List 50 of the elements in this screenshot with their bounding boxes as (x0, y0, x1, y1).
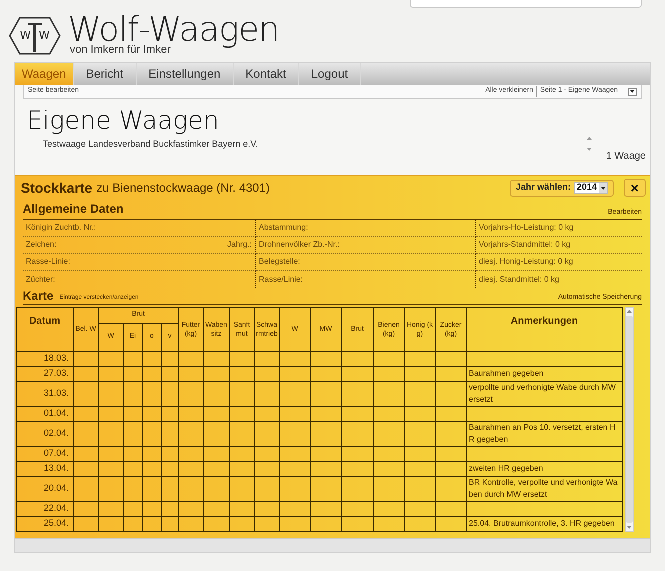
year-label: Jahr wählen: (516, 181, 571, 194)
data-label: Jahrg.: (228, 239, 252, 251)
section-heading: Allgemeine Daten (23, 201, 124, 218)
year-select[interactable]: 2014 (574, 182, 608, 194)
data-label: Rasse/Linie: (259, 274, 304, 286)
date-cell: 27.03. (44, 368, 69, 378)
date-cell: 13.04. (44, 463, 69, 474)
data-label: Königin Zuchtb. Nr.: (26, 222, 96, 234)
column-header: Datum (29, 316, 61, 327)
data-label: Zeichen: (26, 239, 57, 251)
column-header: Anmerkungen (510, 316, 578, 327)
date-cell: 02.04. (44, 428, 69, 438)
scroll-down-icon[interactable] (587, 148, 592, 151)
date-cell: 07.04. (44, 448, 69, 458)
note-text: BR Kontrolle, verpollte und verhonigte Waben durch MW ersetzt (469, 478, 618, 499)
scale-count: 1 Waage (606, 150, 646, 164)
scroll-up-icon[interactable] (587, 137, 592, 140)
note-text: 25.04. Brutraumkontrolle, 3. HR gegeben (469, 519, 615, 528)
date-cell: 31.03. (44, 388, 69, 398)
caret-icon (599, 183, 607, 193)
card-title: Stockkarte (21, 178, 93, 198)
logo-icon: W W (8, 16, 62, 56)
data-label: Vorjahrs-Standmittel: 0 kg (479, 239, 571, 251)
date-cell: 20.04. (44, 483, 69, 494)
page-title: Eigene Waagen (27, 107, 220, 135)
data-label: Belegstelle: (259, 256, 300, 268)
note-text: zweiten HR gegeben (469, 464, 544, 473)
date-cell: 01.04. (44, 408, 69, 418)
data-label: Vorjahrs-Ho-Leistung: 0 kg (479, 222, 574, 234)
date-cell: 18.03. (44, 353, 69, 364)
data-label: diesj. Standmittel: 0 kg (479, 274, 560, 286)
data-label: Drohnenvölker Zb.-Nr.: (259, 239, 340, 251)
scroll-down-icon[interactable] (627, 526, 632, 529)
note-text: verpollte und verhonigte Wabe durch MW ersetzt (469, 383, 616, 404)
card-subtitle: zu Bienenstockwaage (Nr. 4301) (96, 180, 270, 197)
section-heading: Karte (23, 290, 54, 303)
scale-name: Testwaage Landesverband Buckfastimker Bayern e.V. (43, 138, 258, 151)
date-cell: 25.04. (44, 518, 69, 528)
date-cell: 22.04. (44, 503, 69, 514)
scroll-up-icon[interactable] (627, 310, 632, 313)
close-button[interactable]: × (624, 179, 646, 197)
data-label: diesj. Honig-Leistung: 0 kg (479, 256, 574, 268)
data-label: Züchter: (26, 274, 56, 286)
scrollbar[interactable] (625, 307, 634, 532)
note-text: Baurahmen an Pos 10. versetzt, ersten HR gegeben (469, 423, 616, 444)
scrollbar-thumb[interactable] (626, 316, 633, 523)
note-text: Baurahmen gegeben (469, 369, 544, 378)
site-title: Wolf-Waagen (68, 13, 280, 47)
data-label: Rasse-Linie: (26, 256, 70, 268)
data-label: Abstammung: (259, 222, 308, 234)
